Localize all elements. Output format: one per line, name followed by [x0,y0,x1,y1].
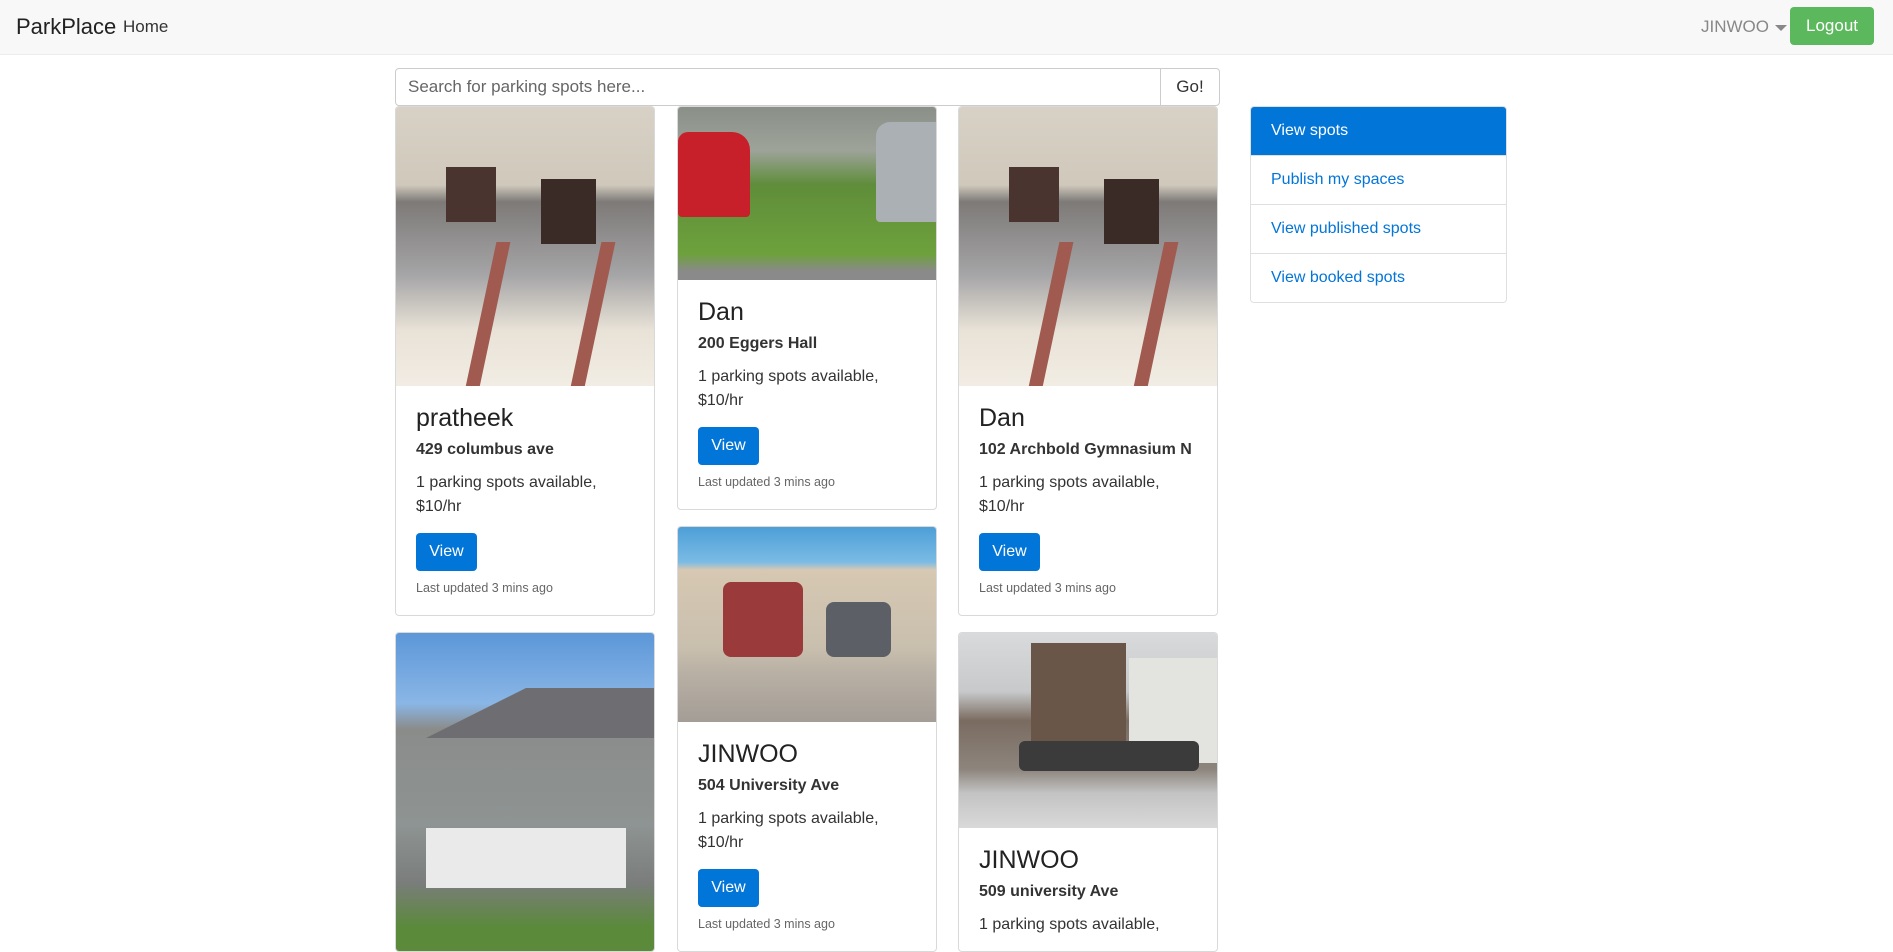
last-updated-text: Last updated 3 mins ago [698,475,835,489]
sidebar-item-view-booked[interactable]: View booked spots [1251,253,1506,302]
nav-home-link[interactable]: Home [123,17,168,37]
parking-spot-image [396,633,654,951]
card-address: 200 Eggers Hall [698,335,818,352]
card-availability: 1 parking spots available, $10/hr [979,474,1160,515]
card-owner-name: pratheek [416,404,514,432]
card-availability: 1 parking spots available, $10/hr [698,810,879,851]
chevron-down-icon [1775,24,1787,31]
view-button[interactable]: View [698,427,759,465]
card-availability: 1 parking spots available, $10/hr [416,474,597,515]
parking-card: JINWOO 509 university Ave 1 parking spot… [958,632,1218,952]
search-input[interactable] [395,68,1161,106]
brand-logo[interactable]: ParkPlace [16,14,116,40]
parking-card: pratheek 429 columbus ave 1 parking spot… [395,106,655,616]
parking-spot-image [396,107,654,386]
last-updated-text: Last updated 3 mins ago [416,581,553,595]
parking-spot-image [959,633,1217,828]
view-button[interactable]: View [416,533,477,571]
last-updated-text: Last updated 3 mins ago [698,917,835,931]
card-address: 504 University Ave [698,777,840,794]
card-address: 429 columbus ave [416,441,554,458]
view-button[interactable]: View [979,533,1040,571]
parking-spot-image [959,107,1217,386]
view-button[interactable]: View [698,869,759,907]
logout-button[interactable]: Logout [1790,7,1874,45]
card-address: 509 university Ave [979,883,1119,900]
card-owner-name: JINWOO [698,740,798,768]
parking-card: Dan 200 Eggers Hall 1 parking spots avai… [677,106,937,510]
sidebar-item-view-published[interactable]: View published spots [1251,204,1506,253]
search-go-button[interactable]: Go! [1160,68,1220,106]
user-menu-dropdown[interactable]: JINWOO [1701,17,1787,37]
card-owner-name: JINWOO [979,846,1079,874]
last-updated-text: Last updated 3 mins ago [979,581,1116,595]
user-name: JINWOO [1701,17,1769,36]
card-availability: 1 parking spots available, [979,916,1160,933]
parking-card [395,632,655,952]
sidebar-item-view-spots[interactable]: View spots [1251,107,1506,155]
parking-card: JINWOO 504 University Ave 1 parking spot… [677,526,937,952]
sidebar-menu: View spots Publish my spaces View publis… [1250,106,1507,303]
navbar: ParkPlace Home JINWOO Logout [0,0,1893,55]
parking-spot-image [678,527,936,722]
card-owner-name: Dan [979,404,1025,432]
parking-spot-image [678,107,936,280]
card-owner-name: Dan [698,298,744,326]
card-address: 102 Archbold Gymnasium N [979,441,1192,458]
sidebar-item-publish-spaces[interactable]: Publish my spaces [1251,155,1506,204]
card-availability: 1 parking spots available, $10/hr [698,368,879,409]
parking-card: Dan 102 Archbold Gymnasium N 1 parking s… [958,106,1218,616]
